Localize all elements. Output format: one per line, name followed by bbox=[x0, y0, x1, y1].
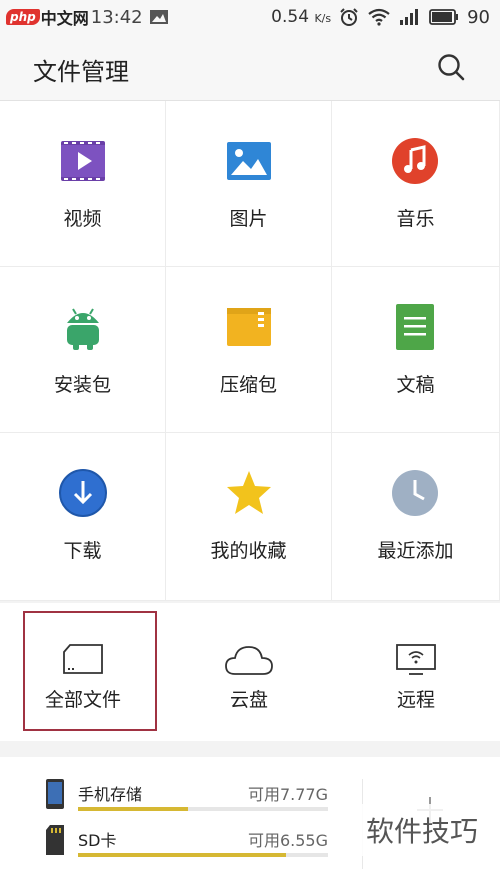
selection-highlight bbox=[23, 611, 157, 731]
zip-icon bbox=[227, 308, 271, 346]
category-label: 视频 bbox=[63, 208, 102, 230]
star-icon bbox=[227, 471, 271, 514]
category-download[interactable]: 下载 bbox=[0, 433, 166, 601]
category-apk[interactable]: 安装包 bbox=[0, 267, 166, 433]
wifi-icon bbox=[368, 8, 390, 26]
status-right: 0.54 K/s 90 bbox=[271, 2, 490, 32]
storage-name: 手机存储 bbox=[78, 785, 143, 804]
alarm-icon bbox=[340, 8, 358, 26]
download-icon bbox=[59, 469, 107, 517]
category-docs[interactable]: 文稿 bbox=[332, 267, 500, 433]
music-icon bbox=[392, 138, 438, 184]
watermark-logo: php bbox=[6, 9, 40, 25]
locations-row: 全部文件 云盘 远程 bbox=[0, 603, 500, 741]
storage-free: 可用7.77G bbox=[247, 785, 328, 804]
storage-bar-fill bbox=[78, 807, 188, 811]
watermark-text: 中文网 bbox=[40, 9, 89, 28]
storage-name: SD卡 bbox=[78, 831, 117, 850]
category-label: 音乐 bbox=[396, 208, 435, 230]
battery-icon bbox=[429, 9, 459, 25]
page-title: 文件管理 bbox=[33, 58, 129, 86]
storage-bar bbox=[78, 853, 328, 857]
video-icon bbox=[61, 141, 105, 181]
storage-sd[interactable]: SD卡 可用6.55G bbox=[44, 825, 328, 865]
storage-free: 可用6.55G bbox=[247, 831, 328, 850]
status-bar: php 中文网 13:42 0.54 K/s 90 bbox=[0, 0, 500, 34]
app-header: 文件管理 bbox=[0, 34, 500, 101]
category-video[interactable]: 视频 bbox=[0, 101, 166, 267]
location-cloud[interactable]: 云盘 bbox=[166, 603, 332, 741]
signal-icon bbox=[400, 9, 419, 25]
network-speed: 0.54 K/s bbox=[271, 7, 332, 27]
watermark-bottom: 软件技巧 bbox=[344, 804, 500, 856]
storage-phone[interactable]: 手机存储 可用7.77G bbox=[44, 779, 328, 819]
document-icon bbox=[396, 304, 434, 350]
category-label: 图片 bbox=[229, 208, 268, 230]
image-icon bbox=[227, 142, 271, 180]
category-zip[interactable]: 压缩包 bbox=[166, 267, 332, 433]
storage-bar-fill bbox=[78, 853, 286, 857]
phone-icon bbox=[46, 779, 64, 809]
status-left: php 中文网 13:42 bbox=[6, 2, 169, 32]
category-label: 下载 bbox=[63, 540, 102, 562]
category-recent[interactable]: 最近添加 bbox=[332, 433, 500, 601]
category-music[interactable]: 音乐 bbox=[332, 101, 500, 267]
location-label: 远程 bbox=[396, 689, 435, 711]
battery-level: 90 bbox=[467, 6, 490, 28]
image-notification-icon bbox=[149, 10, 168, 24]
category-label: 我的收藏 bbox=[210, 540, 287, 562]
category-favorites[interactable]: 我的收藏 bbox=[166, 433, 332, 601]
category-label: 文稿 bbox=[396, 374, 435, 396]
category-image[interactable]: 图片 bbox=[166, 101, 332, 267]
sd-card-icon bbox=[46, 825, 64, 855]
remote-monitor-icon bbox=[396, 644, 436, 675]
cloud-icon bbox=[225, 646, 273, 675]
clock-icon bbox=[392, 470, 438, 516]
clock: 13:42 bbox=[90, 6, 143, 28]
android-icon bbox=[67, 308, 99, 350]
category-grid: 视频 图片 音乐 安装包 压缩包 文稿 下载 我的收藏 最近添加 bbox=[0, 101, 500, 601]
location-remote[interactable]: 远程 bbox=[332, 603, 500, 741]
category-label: 压缩包 bbox=[219, 374, 277, 396]
storage-bar bbox=[78, 807, 328, 811]
category-label: 最近添加 bbox=[377, 540, 454, 562]
category-label: 安装包 bbox=[53, 374, 111, 396]
location-label: 云盘 bbox=[229, 689, 268, 711]
search-icon[interactable] bbox=[436, 52, 466, 82]
